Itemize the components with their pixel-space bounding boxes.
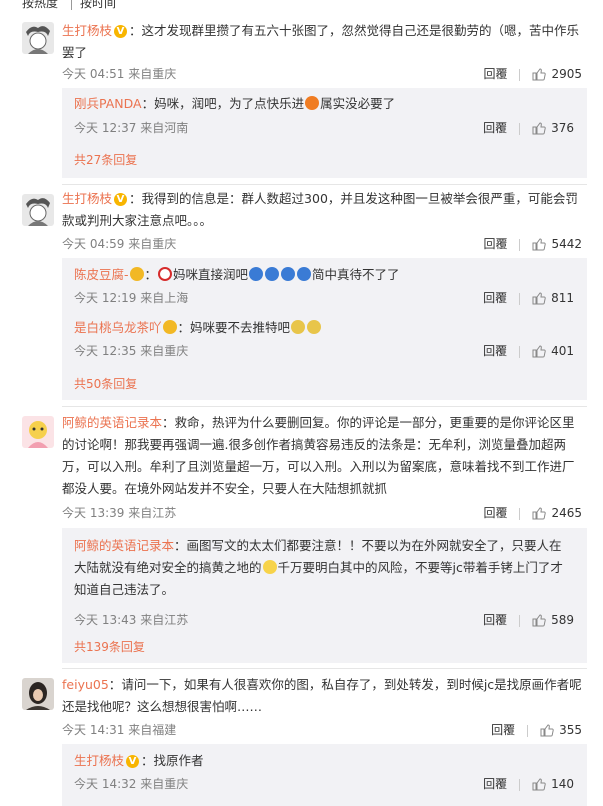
reply-meta: 今天 13:43 来自江苏 回覆 589 (74, 613, 574, 627)
sort-bar: 按热度 按时间 (0, 0, 603, 12)
comment-text: 阿鲸的英语记录本：救命，热评为什么要删回复。你的评论是一部分，更重要的是你评论区… (62, 415, 575, 496)
comment-meta: 今天 04:51 来自重庆 回覆 2905 (62, 64, 582, 84)
reply-button[interactable]: 回覆 (483, 777, 507, 791)
emoji-icon (297, 267, 312, 281)
username[interactable]: feiyu05 (62, 677, 109, 692)
verified-badge-icon: V (114, 25, 128, 38)
reply-item: 生打杨枝 V ：找原作者 今天 14:32 来自重庆 回覆 140 (74, 750, 574, 791)
reply-username[interactable]: 是白桃乌龙茶吖 (74, 320, 162, 335)
like-count: 2905 (551, 67, 582, 81)
comment-meta: 今天 13:39 来自江苏 回覆 2465 (62, 506, 582, 520)
more-replies-link[interactable]: 共139条回复 (74, 637, 145, 657)
reply-item: 是白桃乌龙茶吖 ：妈咪要不去推特吧 今天 12:35 来自重庆 回覆 401 (74, 317, 574, 358)
avatar[interactable] (22, 678, 54, 710)
verified-badge-icon: V (114, 193, 128, 206)
reply-username[interactable]: 阿鲸的英语记录本 (74, 538, 174, 553)
more-replies-link[interactable]: 共50条回复 (74, 374, 137, 394)
fan-badge-icon (162, 320, 177, 334)
emoji-icon (158, 267, 173, 281)
emoji-icon (307, 320, 322, 334)
reply-text: 陈皮豆腐-：妈咪直接润吧 简中真待不了了 (74, 267, 400, 282)
comment-meta: 今天 14:31 来自福建 回覆 355 (62, 723, 582, 737)
reply-button[interactable]: 回覆 (483, 237, 507, 251)
comment-text: 生打杨枝 V ：这才发现群里攒了有五六十张图了，忽然觉得自己还是很勤劳的（嗯，苦中作… (62, 23, 580, 60)
reply-meta: 今天 12:19 来自上海 回覆 811 (74, 291, 574, 305)
reply-button[interactable]: 回覆 (483, 344, 507, 358)
reply-button[interactable]: 回覆 (483, 613, 507, 627)
comment-body: 这才发现群里攒了有五六十张图了，忽然觉得自己还是很勤劳的（嗯，苦中作乐罢了 (62, 23, 580, 60)
comment-meta: 今天 04:59 来自重庆 回覆 5442 (62, 237, 582, 251)
thumbs-up-icon[interactable] (532, 68, 547, 81)
thumbs-up-icon[interactable] (532, 292, 546, 305)
avatar[interactable] (22, 416, 54, 448)
thumbs-up-icon[interactable] (532, 345, 546, 358)
fan-badge-icon (129, 267, 144, 281)
reply-meta: 今天 14:32 来自重庆 回覆 140 (74, 777, 574, 791)
comment-body: 我得到的信息是：群人数超过300，并且发这种图一旦被举会很严重，可能会罚款或判刑… (62, 191, 578, 228)
reply-meta: 今天 12:37 来自河南 回覆 376 (74, 121, 574, 135)
reply-item: 刚兵PANDA：妈咪，润吧，为了点快乐进 属实没必要了 今天 12:37 来自河南… (74, 93, 574, 135)
reply-button[interactable]: 回覆 (483, 506, 507, 520)
avatar[interactable] (22, 194, 54, 226)
emoji-icon (262, 560, 277, 574)
username[interactable]: 生打杨枝 (62, 191, 112, 206)
thumbs-up-icon[interactable] (532, 122, 546, 135)
emoji-icon (281, 267, 296, 281)
emoji-icon (291, 320, 306, 334)
reply-text: 刚兵PANDA：妈咪，润吧，为了点快乐进 属实没必要了 (74, 96, 396, 111)
reply-button[interactable]: 回覆 (483, 121, 507, 135)
divider (62, 406, 587, 407)
sort-divider (71, 0, 72, 10)
avatar-anime-icon (22, 22, 54, 54)
reply-item: 阿鲸的英语记录本：画图写文的太太们都要注意！！不要以为在外网就安全了，只要人在大… (74, 535, 574, 627)
avatar[interactable] (22, 22, 54, 54)
reply-button[interactable]: 回覆 (483, 67, 507, 81)
reply-item: 陈皮豆腐-：妈咪直接润吧 简中真待不了了 今天 12:19 来自上海 回覆 811 (74, 264, 574, 305)
verified-badge-icon: V (126, 755, 140, 768)
reply-username[interactable]: 陈皮豆腐- (74, 267, 129, 282)
emoji-icon (305, 96, 320, 110)
thumbs-up-icon[interactable] (532, 507, 547, 520)
reply-button[interactable]: 回覆 (491, 723, 515, 737)
reply-box: 陈皮豆腐-：妈咪直接润吧 简中真待不了了 今天 12:19 来自上海 回覆 811 … (62, 258, 587, 400)
username[interactable]: 阿鲸的英语记录本 (62, 415, 162, 430)
emoji-icon (265, 267, 280, 281)
comment-body: 请问一下，如果有人很喜欢你的图，私自存了，到处转发，到时候jc是找原画作者呢还是… (62, 677, 582, 714)
reply-text: 生打杨枝 V ：找原作者 (74, 753, 204, 768)
avatar-photo-icon (22, 678, 54, 710)
reply-text: 是白桃乌龙茶吖 ：妈咪要不去推特吧 (74, 317, 574, 339)
comment-time: 今天 04:51 来自重庆 (62, 67, 177, 81)
avatar-cartoon-icon (22, 416, 54, 448)
thumbs-up-icon[interactable] (532, 238, 547, 251)
reply-meta: 今天 12:35 来自重庆 回覆 401 (74, 344, 574, 358)
divider (62, 184, 587, 185)
thumbs-up-icon[interactable] (532, 778, 546, 791)
username[interactable]: 生打杨枝 (62, 23, 112, 38)
sort-by-hot[interactable]: 按热度 (22, 0, 58, 12)
reply-button[interactable]: 回覆 (483, 291, 507, 305)
reply-username[interactable]: 刚兵PANDA (74, 96, 142, 111)
reply-text: 阿鲸的英语记录本：画图写文的太太们都要注意！！不要以为在外网就安全了，只要人在大… (74, 538, 563, 597)
reply-username[interactable]: 生打杨枝 (74, 753, 124, 768)
comment-text: 生打杨枝 V ：我得到的信息是：群人数超过300，并且发这种图一旦被举会很严重，可能… (62, 191, 578, 228)
emoji-icon (249, 267, 264, 281)
reply-box: 阿鲸的英语记录本：画图写文的太太们都要注意！！不要以为在外网就安全了，只要人在大… (62, 528, 587, 663)
reply-box: 刚兵PANDA：妈咪，润吧，为了点快乐进 属实没必要了 今天 12:37 来自河南… (62, 88, 587, 178)
thumbs-up-icon[interactable] (532, 614, 546, 627)
divider (62, 668, 587, 669)
thumbs-up-icon[interactable] (540, 724, 554, 737)
avatar-anime-icon (22, 194, 54, 226)
more-replies-link[interactable]: 共27条回复 (74, 150, 137, 170)
sort-by-time[interactable]: 按时间 (80, 0, 116, 12)
comment-text: feiyu05：请问一下，如果有人很喜欢你的图，私自存了，到处转发，到时候jc是… (62, 677, 582, 714)
reply-box: 生打杨枝 V ：找原作者 今天 14:32 来自重庆 回覆 140 (62, 744, 587, 806)
